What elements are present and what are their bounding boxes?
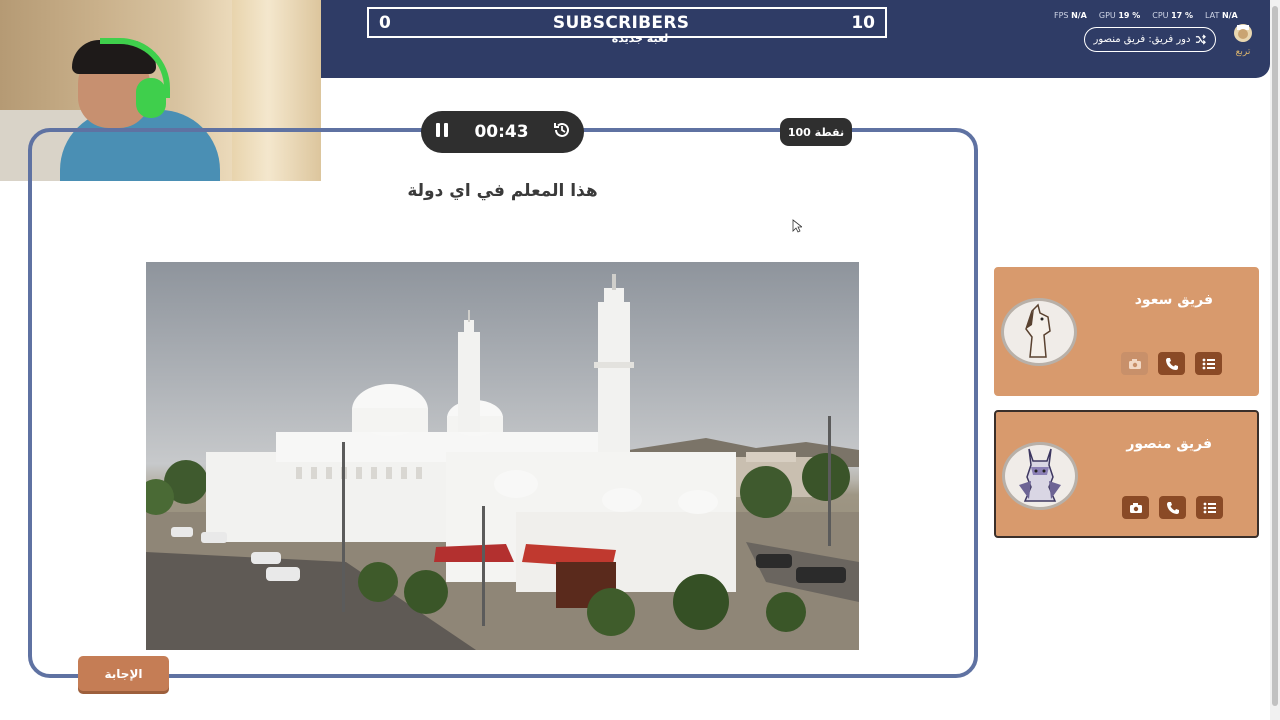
- team-actions: [1121, 352, 1222, 375]
- team-card-mansour: فريق منصور: [994, 410, 1259, 538]
- camera-icon: [1128, 358, 1141, 369]
- list-button[interactable]: [1196, 496, 1223, 519]
- call-button[interactable]: [1159, 496, 1186, 519]
- subscribers-left-count: 0: [379, 12, 391, 33]
- svg-text:تربع: تربع: [1236, 47, 1251, 57]
- question-image: [146, 262, 859, 650]
- app-logo: تربع: [1229, 21, 1257, 57]
- team-name: فريق منصور: [1126, 436, 1212, 452]
- list-icon: [1202, 358, 1215, 369]
- team-turn-label: دور فريق: فريق منصور: [1093, 34, 1191, 45]
- mouse-cursor-icon: [792, 219, 802, 233]
- list-button[interactable]: [1195, 352, 1222, 375]
- camera-icon: [1129, 502, 1142, 513]
- phone-icon: [1166, 501, 1179, 514]
- team-card-saud: فريق سعود: [994, 267, 1259, 396]
- stat-fps: FPS N/A: [1054, 11, 1087, 20]
- horse-mascot-icon: [1001, 298, 1077, 366]
- camera-button[interactable]: [1122, 496, 1149, 519]
- page-scrollbar[interactable]: [1270, 0, 1280, 720]
- team-actions: [1122, 496, 1223, 519]
- phone-icon: [1165, 357, 1178, 370]
- answer-button[interactable]: الإجابة: [78, 656, 169, 691]
- timer-value: 00:43: [474, 122, 529, 142]
- team-name: فريق سعود: [1134, 292, 1213, 308]
- stat-gpu: GPU 19 %: [1098, 11, 1141, 20]
- donkey-mascot-icon: [1002, 442, 1078, 510]
- pause-icon[interactable]: [433, 121, 451, 143]
- points-badge: 100 نقطة: [780, 118, 852, 146]
- new-game-button[interactable]: لعبة جديدة: [560, 32, 720, 45]
- reset-timer-icon[interactable]: [552, 120, 572, 144]
- scrollbar-thumb[interactable]: [1272, 6, 1278, 706]
- question-text: هذا المعلم في اي دولة: [407, 181, 598, 201]
- camera-button[interactable]: [1121, 352, 1148, 375]
- call-button[interactable]: [1158, 352, 1185, 375]
- subscribers-title: SUBSCRIBERS: [552, 12, 690, 33]
- stat-cpu: CPU 17 %: [1152, 11, 1193, 20]
- team-turn-button[interactable]: دور فريق: فريق منصور: [1084, 27, 1216, 52]
- stat-lat: LAT N/A: [1205, 11, 1238, 20]
- subscribers-right-count: 10: [851, 12, 875, 33]
- list-icon: [1203, 502, 1216, 513]
- performance-stats: FPS N/A GPU 19 % CPU 17 % LAT N/A: [1054, 11, 1238, 20]
- question-timer: 00:43: [421, 111, 584, 153]
- shuffle-icon: [1196, 34, 1207, 45]
